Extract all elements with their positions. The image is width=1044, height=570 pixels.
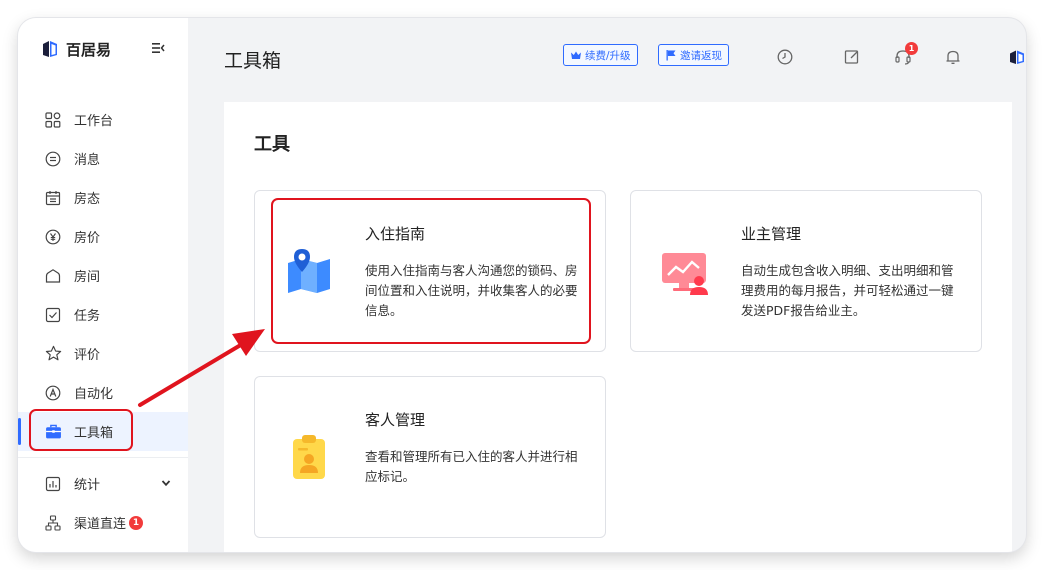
sidebar-item-channels[interactable]: 渠道直连 1	[18, 503, 188, 542]
customer-support-button[interactable]: 1	[894, 42, 918, 66]
page-title: 工具箱	[224, 50, 282, 72]
sidebar-item-label: 房态	[74, 192, 101, 207]
sidebar-item-label: 评价	[74, 348, 101, 363]
dashboard-icon	[44, 111, 62, 129]
sidebar-item-messages[interactable]: 消息	[18, 139, 188, 178]
card-title: 入住指南	[365, 225, 426, 243]
renew-upgrade-label: 续费/升级	[585, 49, 631, 62]
renew-upgrade-button[interactable]: 续费/升级	[563, 44, 638, 66]
chart-icon	[44, 475, 62, 493]
notification-badge: 1	[129, 515, 144, 530]
chevron-down-icon[interactable]	[160, 477, 172, 489]
sidebar-item-statistics[interactable]: 统计	[18, 464, 188, 503]
card-description: 自动生成包含收入明细、支出明细和管理费用的每月报告，并可轻松通过一键发送PDF报…	[741, 263, 954, 318]
card-title: 客人管理	[365, 411, 426, 429]
card-description: 使用入住指南与客人沟通您的锁码、房间位置和入住说明，并收集客人的必要信息。	[365, 263, 578, 318]
sidebar-item-label: 消息	[74, 153, 101, 168]
message-icon	[44, 150, 62, 168]
checkin-guide-card[interactable]: 入住指南 使用入住指南与客人沟通您的锁码、房间位置和入住说明，并收集客人的必要信…	[254, 190, 606, 352]
sidebar-item-label: 任务	[74, 309, 101, 324]
sidebar-item-toolbox[interactable]: 工具箱	[18, 412, 188, 451]
sidebar-item-label: 工具箱	[74, 426, 114, 441]
sidebar-item-rooms[interactable]: 房间	[18, 256, 188, 295]
sidebar-item-label: 房价	[74, 231, 101, 246]
collapse-menu-icon[interactable]	[150, 40, 166, 56]
sidebar-item-label: 渠道直连	[74, 517, 127, 532]
sidebar-divider	[18, 457, 188, 458]
automation-a-icon	[44, 384, 62, 402]
calendar-icon	[44, 189, 62, 207]
sidebar-nav: 工作台 消息 房态 房价 房间 任务 评价 自动化 工具箱 统计 渠道直连 1	[18, 100, 188, 542]
toolbox-icon	[44, 423, 62, 441]
sidebar-item-room-status[interactable]: 房态	[18, 178, 188, 217]
card-title: 业主管理	[741, 225, 802, 243]
brand-name: 百居易	[66, 40, 112, 59]
owner-management-card[interactable]: 业主管理 自动生成包含收入明细、支出明细和管理费用的每月报告，并可轻松通过一键发…	[630, 190, 982, 352]
top-header: 工具箱 续费/升级 邀请返现 1	[188, 18, 1026, 98]
star-icon	[44, 345, 62, 363]
support-badge: 1	[905, 42, 918, 55]
map-pin-icon	[288, 249, 330, 293]
sidebar-item-room-price[interactable]: 房价	[18, 217, 188, 256]
sidebar-item-dashboard[interactable]: 工作台	[18, 100, 188, 139]
flag-icon	[666, 50, 676, 61]
sidebar-item-label: 房间	[74, 270, 101, 285]
guest-badge-icon	[293, 435, 325, 479]
section-title: 工具	[254, 134, 290, 155]
brand-logo-icon	[43, 41, 57, 57]
brand-logo[interactable]: 百居易	[40, 38, 111, 60]
invite-cashback-button[interactable]: 邀请返现	[658, 44, 729, 66]
sidebar-item-label: 自动化	[74, 387, 114, 402]
invite-cashback-label: 邀请返现	[680, 49, 722, 62]
owner-report-icon	[662, 253, 708, 295]
house-icon	[44, 267, 62, 285]
card-description: 查看和管理所有已入住的客人并进行相应标记。	[365, 449, 578, 484]
main-content: 工具 入住指南 使用入住指南与客人沟通您的锁码、房间位置和入住说明，并收集客人的…	[224, 102, 1012, 552]
bell-icon[interactable]	[944, 48, 962, 66]
user-avatar-icon[interactable]	[1008, 48, 1026, 66]
yen-icon	[44, 228, 62, 246]
history-clock-icon[interactable]	[776, 48, 794, 66]
sidebar-item-automation[interactable]: 自动化	[18, 373, 188, 412]
sidebar-item-label: 工作台	[74, 114, 114, 129]
task-check-icon	[44, 306, 62, 324]
channel-tree-icon	[44, 514, 62, 532]
sidebar-item-tasks[interactable]: 任务	[18, 295, 188, 334]
edit-icon[interactable]	[843, 48, 861, 66]
sidebar: 百居易 工作台 消息 房态 房价 房间 任务 评价 自动化 工具箱 统计 渠道直…	[18, 18, 188, 552]
guest-management-card[interactable]: 客人管理 查看和管理所有已入住的客人并进行相应标记。	[254, 376, 606, 538]
app-window: 百居易 工作台 消息 房态 房价 房间 任务 评价 自动化 工具箱 统计 渠道直…	[18, 18, 1026, 552]
sidebar-item-label: 统计	[74, 478, 101, 493]
sidebar-item-reviews[interactable]: 评价	[18, 334, 188, 373]
crown-icon	[571, 51, 581, 59]
